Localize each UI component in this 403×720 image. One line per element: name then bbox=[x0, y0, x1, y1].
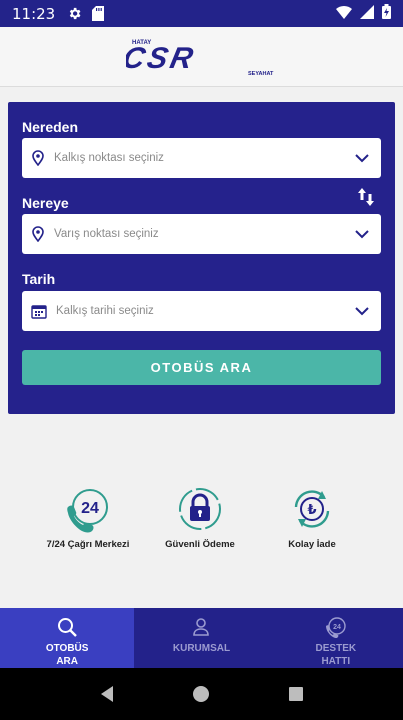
call-center-badge: 24 bbox=[81, 500, 99, 517]
to-select-field[interactable]: Varış noktası seçiniz bbox=[22, 214, 381, 254]
csr-seyahat-logo: HATAY CSR SEYAHAT bbox=[126, 40, 274, 77]
lira-refund-icon: ₺ bbox=[294, 490, 330, 528]
date-placeholder: Kalkış tarihi seçiniz bbox=[56, 305, 154, 317]
settings-gear-icon bbox=[67, 6, 82, 21]
chevron-down-icon bbox=[355, 229, 369, 239]
feature-easy-refund-label: Kolay İade bbox=[288, 539, 336, 550]
date-select-field[interactable]: Kalkış tarihi seçiniz bbox=[22, 291, 381, 331]
support-phone-icon: 24 bbox=[325, 616, 347, 638]
logo-bottom-text: SEYAHAT bbox=[248, 71, 274, 77]
nav-corporate[interactable]: KURUMSAL bbox=[134, 608, 268, 668]
system-navigation-bar bbox=[0, 668, 403, 720]
nav-bus-search-label: OTOBÜS ARA bbox=[45, 643, 89, 667]
date-label: Tarih bbox=[22, 271, 56, 287]
feature-secure-payment-label: Güvenli Ödeme bbox=[165, 539, 235, 550]
from-select-field[interactable]: Kalkış noktası seçiniz bbox=[22, 138, 381, 178]
sd-card-icon bbox=[92, 6, 105, 21]
status-bar: 11:23 bbox=[0, 0, 403, 27]
signal-icon bbox=[360, 4, 374, 23]
to-label: Nereye bbox=[22, 195, 69, 211]
location-pin-icon bbox=[30, 149, 46, 167]
back-icon[interactable] bbox=[92, 679, 122, 709]
to-placeholder: Varış noktası seçiniz bbox=[54, 228, 159, 240]
nav-support-line[interactable]: 24 DESTEK HATTI bbox=[269, 608, 403, 668]
support-badge: 24 bbox=[333, 624, 341, 631]
location-pin-icon bbox=[30, 225, 46, 243]
search-form-card: Nereden Kalkış noktası seçiniz Nereye Va… bbox=[8, 102, 395, 414]
swap-direction-icon[interactable] bbox=[358, 188, 374, 206]
features-row: 24 7/24 Çağrı Merkezi Güvenli Ödeme ₺ Ko… bbox=[0, 485, 403, 565]
feature-call-center: 24 7/24 Çağrı Merkezi bbox=[28, 485, 148, 550]
chevron-down-icon bbox=[355, 153, 369, 163]
recents-icon[interactable] bbox=[281, 679, 311, 709]
app-header: HATAY CSR SEYAHAT bbox=[0, 27, 403, 87]
search-icon bbox=[56, 616, 78, 638]
battery-charging-icon bbox=[382, 4, 391, 23]
refund-currency-symbol: ₺ bbox=[307, 503, 316, 518]
nav-bus-search[interactable]: OTOBÜS ARA bbox=[0, 608, 135, 668]
nav-corporate-label: KURUMSAL bbox=[172, 643, 231, 654]
feature-easy-refund: ₺ Kolay İade bbox=[252, 485, 372, 550]
user-icon bbox=[190, 616, 212, 638]
status-time: 11:23 bbox=[12, 4, 56, 23]
chevron-down-icon bbox=[355, 306, 369, 316]
bottom-navigation: OTOBÜS ARA KURUMSAL 24 DESTEK HATTI bbox=[0, 608, 403, 668]
padlock-icon bbox=[179, 488, 221, 530]
search-bus-button[interactable]: OTOBÜS ARA bbox=[22, 350, 381, 385]
nav-support-line-label: DESTEK HATTI bbox=[315, 643, 357, 667]
feature-call-center-label: 7/24 Çağrı Merkezi bbox=[46, 539, 130, 550]
feature-secure-payment: Güvenli Ödeme bbox=[140, 485, 260, 550]
from-placeholder: Kalkış noktası seçiniz bbox=[54, 152, 164, 164]
wifi-icon bbox=[336, 4, 352, 23]
logo-main-text: CSR bbox=[126, 42, 199, 75]
from-label: Nereden bbox=[22, 119, 79, 135]
phone-24-icon: 24 bbox=[67, 489, 108, 533]
calendar-icon bbox=[30, 302, 48, 320]
home-icon[interactable] bbox=[186, 679, 216, 709]
